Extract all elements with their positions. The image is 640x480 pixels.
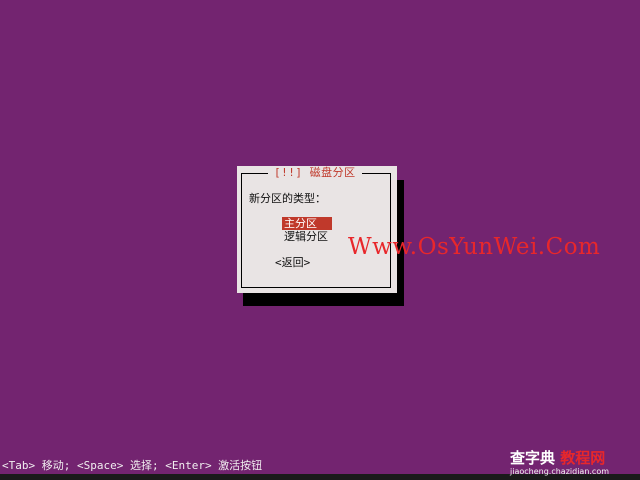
watermark-text: Www.OsYunWei.Com [348,234,601,260]
logo-main-suffix: 教程网 [560,449,606,467]
logo-main: 查字典 教程网 [510,447,605,468]
partition-type-dialog: [!!] 磁盘分区 新分区的类型： 主分区 逻辑分区 <返回> [237,166,397,293]
back-button[interactable]: <返回> [275,256,310,269]
dialog-title: [!!] 磁盘分区 [268,166,362,180]
keyboard-help-bar: <Tab> 移动; <Space> 选择; <Enter> 激活按钮 [2,459,263,472]
option-logical-partition[interactable]: 逻辑分区 [282,230,330,243]
site-logo: 查字典 教程网 jiaocheng.chazidian.com [506,447,636,480]
option-primary-partition[interactable]: 主分区 [282,217,332,230]
dialog-prompt: 新分区的类型： [249,192,326,205]
logo-main-prefix: 查字典 [510,449,556,467]
logo-subtitle: jiaocheng.chazidian.com [510,467,610,476]
